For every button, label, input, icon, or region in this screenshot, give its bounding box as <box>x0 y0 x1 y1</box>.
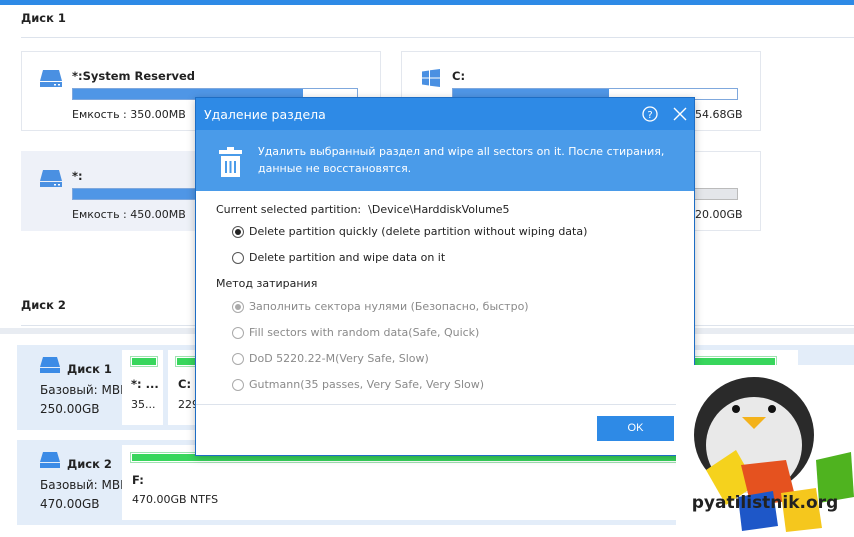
method-random[interactable]: Fill sectors with random data(Safe, Quic… <box>232 326 479 339</box>
partition-name: *: <box>72 169 83 183</box>
option-delete-and-wipe[interactable]: Delete partition and wipe data on it <box>232 251 445 264</box>
partition-label: F: <box>132 473 144 487</box>
delete-partition-dialog: Удаление раздела ? Удалить выбранный раз… <box>195 97 695 456</box>
dialog-title: Удаление раздела <box>204 107 326 122</box>
usage-bar <box>130 356 158 367</box>
dialog-title-bar: Удаление раздела <box>196 98 694 130</box>
disk2-heading: Диск 2 <box>21 298 66 312</box>
top-accent-bar <box>0 0 854 5</box>
radio-icon[interactable] <box>232 326 244 339</box>
method-label: Заполнить сектора нулями (Безопасно, быс… <box>249 300 529 313</box>
divider <box>21 37 854 38</box>
partition-block[interactable]: *: ... 35... <box>122 350 163 425</box>
partition-capacity: 20.00GB <box>695 208 743 221</box>
disk-type: Базовый: MBR <box>40 383 129 397</box>
drive-icon <box>40 70 62 87</box>
partition-name: *:System Reserved <box>72 69 196 83</box>
method-label: Fill sectors with random data(Safe, Quic… <box>249 326 480 339</box>
disk-size: 250.00GB <box>40 402 100 416</box>
windows-icon <box>422 69 440 87</box>
option-label: Delete partition quickly (delete partiti… <box>249 225 588 238</box>
trash-icon <box>219 147 242 177</box>
dialog-info-banner: Удалить выбранный раздел and wipe all se… <box>196 130 694 191</box>
ok-button[interactable]: OK <box>597 416 674 441</box>
radio-icon[interactable] <box>232 225 244 238</box>
drive-icon <box>40 452 60 468</box>
radio-icon[interactable] <box>232 300 244 313</box>
drive-icon <box>40 170 62 187</box>
drive-icon <box>40 357 60 373</box>
disk1-heading: Диск 1 <box>21 11 66 25</box>
current-partition-label: Current selected partition: <box>216 203 362 216</box>
dialog-info-text: Удалить выбранный раздел and wipe all se… <box>258 145 665 175</box>
option-delete-quickly[interactable]: Delete partition quickly (delete partiti… <box>232 225 587 238</box>
disk-type: Базовый: MBR <box>40 478 129 492</box>
method-gutmann[interactable]: Gutmann(35 passes, Very Safe, Very Slow) <box>232 378 484 391</box>
current-partition-value: \Device\HarddiskVolume5 <box>368 203 510 216</box>
partition-label: C: <box>178 377 192 391</box>
partition-label: *: ... <box>131 377 159 391</box>
partition-capacity: Емкость : 450.00MB <box>72 208 186 221</box>
method-dod[interactable]: DoD 5220.22-M(Very Safe, Slow) <box>232 352 429 365</box>
disk-name: Диск 1 <box>67 362 112 376</box>
disk-size: 470.00GB <box>40 497 100 511</box>
radio-icon[interactable] <box>232 378 244 391</box>
svg-text:?: ? <box>647 110 652 121</box>
partition-name: C: <box>452 69 466 83</box>
current-partition: Current selected partition: \Device\Hard… <box>216 203 510 216</box>
help-icon[interactable]: ? <box>642 106 658 122</box>
watermark-text: pyatilistnik.org <box>692 493 839 513</box>
method-label: DoD 5220.22-M(Very Safe, Slow) <box>249 352 429 365</box>
disk-name: Диск 2 <box>67 457 112 471</box>
method-zeros[interactable]: Заполнить сектора нулями (Безопасно, быс… <box>232 300 529 313</box>
option-label: Delete partition and wipe data on it <box>249 251 446 264</box>
method-label: Gutmann(35 passes, Very Safe, Very Slow) <box>249 378 485 391</box>
partition-size: 470.00GB NTFS <box>132 493 219 506</box>
partition-capacity: 54.68GB <box>695 108 743 121</box>
partition-size: 35... <box>131 398 156 411</box>
radio-icon[interactable] <box>232 352 244 365</box>
radio-icon[interactable] <box>232 251 244 264</box>
close-icon[interactable] <box>673 107 687 121</box>
wipe-method-heading: Метод затирания <box>216 277 318 290</box>
dialog-footer-divider <box>196 404 694 405</box>
watermark-logo: pyatilistnik.org <box>676 365 854 537</box>
partition-capacity: Емкость : 350.00MB <box>72 108 186 121</box>
